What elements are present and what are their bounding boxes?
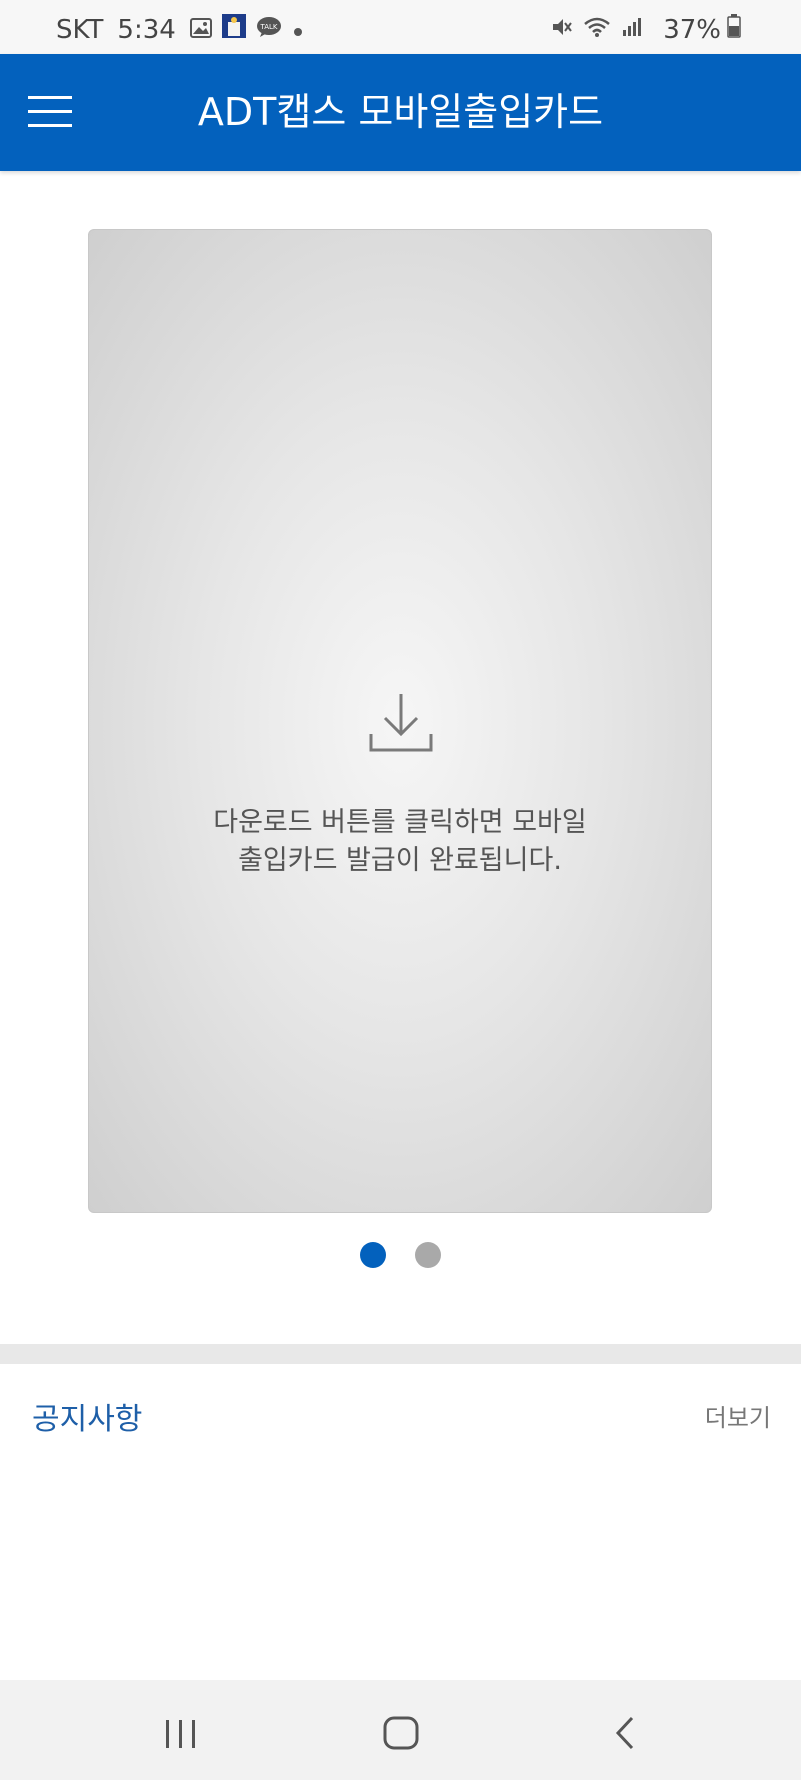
pager-dot-2[interactable] [415,1242,442,1268]
card-message-line1: 다운로드 버튼를 클릭하면 모바일 [213,807,587,838]
svg-text:TALK: TALK [259,23,277,31]
download-icon[interactable] [369,690,433,754]
back-icon[interactable] [600,1708,650,1758]
card-message-line2: 출입카드 발급이 완료됩니다. [238,845,562,876]
home-icon[interactable] [376,1708,426,1758]
mobile-access-card[interactable]: 다운로드 버튼를 클릭하면 모바일 출입카드 발급이 완료됩니다. [88,229,712,1213]
status-left: SKT 5:34 TALK [56,14,314,45]
notice-title: 공지사항 [32,1402,143,1437]
more-link[interactable]: 더보기 [705,1398,771,1433]
mute-icon [551,15,573,45]
battery-percent: 37% [663,14,721,45]
section-divider [0,1344,801,1364]
dot-icon [292,15,304,45]
notice-section-header: 공지사항 더보기 [0,1364,801,1454]
wifi-icon [583,15,611,45]
app-bar: ADT캡스 모바일출입카드 [0,54,801,171]
status-bar: SKT 5:34 TALK 37% [0,0,801,54]
signal-icon [621,15,643,45]
system-nav-bar [0,1680,801,1780]
pager-dot-1[interactable] [359,1242,386,1268]
app-notification-icon [221,14,246,45]
gallery-icon [189,15,212,45]
battery-icon [727,14,741,45]
carrier-label: SKT [56,14,104,45]
clock-time: 5:34 [117,14,176,45]
talk-icon: TALK [256,15,282,45]
app-screen: SKT 5:34 TALK 37% ADT캡스 모바일출입카드 다운로드 버튼를… [0,0,801,1780]
card-message: 다운로드 버튼를 클릭하면 모바일 출입카드 발급이 완료됩니다. [89,804,711,880]
pager-dots [0,1242,801,1272]
recent-apps-icon[interactable] [156,1708,206,1758]
page-title: ADT캡스 모바일출입카드 [197,90,604,134]
status-right: 37% [551,14,751,45]
